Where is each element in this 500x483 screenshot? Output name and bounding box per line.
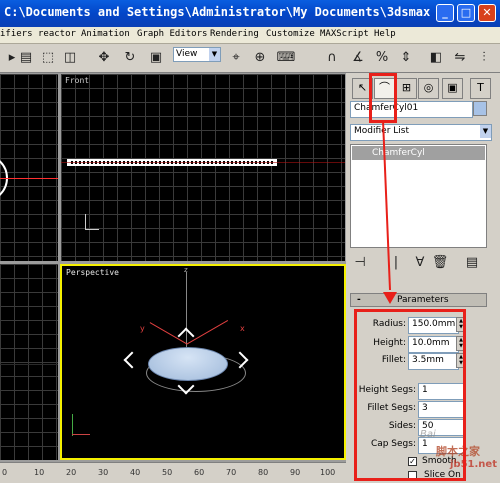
chevron-down-icon: ▼ — [209, 48, 220, 61]
selection-bracket-left — [123, 351, 141, 369]
menu-customize[interactable]: Customize — [266, 29, 315, 39]
minimize-button[interactable]: _ — [436, 4, 454, 22]
tab-hierarchy[interactable]: ⊞ — [396, 78, 417, 99]
timeline-tick: 50 — [162, 468, 173, 477]
reference-coordinate-value: View — [176, 49, 198, 59]
main-toolbar: ▸ ▤ ⬚ ◫ ✥ ↻ ▣ View ▼ ⌖ ⊕ ⌨ ∩ ∡ % ⇕ ◧ ⇋ ⫶ — [0, 44, 500, 73]
gizmo-x-axis[interactable] — [186, 320, 229, 345]
keyboard-shortcut-icon[interactable]: ⌨ — [276, 48, 296, 68]
window-title: C:\Documents and Settings\Administrator\… — [4, 5, 431, 19]
chevron-down-icon: ▼ — [480, 125, 491, 138]
select-and-manipulate-icon[interactable]: ⊕ — [250, 48, 270, 68]
rotate-icon[interactable]: ↻ — [120, 48, 140, 68]
spinner-snap-icon[interactable]: ⇕ — [396, 48, 416, 68]
timeline-tick: 0 — [2, 468, 8, 477]
menu-rendering[interactable]: Rendering — [210, 29, 259, 39]
scale-icon[interactable]: ▣ — [146, 48, 166, 68]
move-icon[interactable]: ✥ — [94, 48, 114, 68]
viewport-label: Perspective — [66, 268, 119, 277]
timeline-tick: 60 — [194, 468, 205, 477]
time-slider[interactable]: 0 10 20 30 40 50 60 70 80 90 100 — [0, 462, 346, 483]
rectangular-selection-icon[interactable]: ⬚ — [38, 48, 58, 68]
viewport-left[interactable] — [0, 264, 58, 460]
axis-x-label: x — [240, 324, 245, 333]
viewport-perspective[interactable]: Perspective z x y — [60, 264, 346, 460]
timeline-tick: 100 — [320, 468, 336, 477]
title-bar: C:\Documents and Settings\Administrator\… — [0, 0, 500, 27]
timeline-tick: 20 — [66, 468, 77, 477]
viewport-label: Front — [65, 76, 90, 85]
viewport-top[interactable] — [0, 74, 58, 261]
highlight-arrow — [382, 119, 397, 304]
close-button[interactable]: ✕ — [478, 4, 496, 22]
align-icon[interactable]: ⫶ — [474, 48, 494, 68]
grid-line — [0, 364, 58, 365]
tab-motion[interactable]: ◎ — [418, 78, 439, 99]
menu-bar: ifiers reactor Animation Graph Editors R… — [0, 27, 500, 44]
angle-snap-icon[interactable]: ∡ — [348, 48, 368, 68]
menu-help[interactable]: Help — [374, 29, 396, 39]
timeline-tick: 30 — [98, 468, 109, 477]
object-color-swatch[interactable] — [473, 101, 487, 116]
snap-3d-icon[interactable]: ∩ — [322, 48, 342, 68]
percent-snap-icon[interactable]: % — [372, 48, 392, 68]
timeline-tick: 70 — [226, 468, 237, 477]
reference-coordinate-select[interactable]: View ▼ — [173, 47, 221, 62]
menu-maxscript[interactable]: MAXScript — [320, 29, 369, 39]
axis-x-line — [0, 178, 58, 179]
menu-reactor[interactable]: reactor — [38, 29, 76, 39]
tab-display[interactable]: ▣ — [442, 78, 463, 99]
maximize-button[interactable]: □ — [457, 4, 475, 22]
highlight-parameters — [354, 309, 466, 481]
axis-gizmo — [81, 214, 101, 234]
menu-graph-editors[interactable]: Graph Editors — [137, 29, 207, 39]
timeline-tick: 90 — [290, 468, 301, 477]
timeline-tick: 40 — [130, 468, 141, 477]
viewport-front[interactable]: Front — [61, 74, 345, 261]
selection-bracket-top — [177, 327, 195, 345]
tab-utilities[interactable]: T — [470, 78, 491, 99]
menu-modifiers[interactable]: ifiers — [0, 29, 33, 39]
mirror-icon[interactable]: ⇋ — [450, 48, 470, 68]
timeline-tick: 10 — [34, 468, 45, 477]
configure-modifier-sets-icon[interactable]: ▤ — [462, 253, 482, 273]
axis-gizmo — [68, 412, 94, 438]
axis-z-label: z — [184, 266, 188, 274]
timeline-tick: 80 — [258, 468, 269, 477]
window-crossing-icon[interactable]: ◫ — [60, 48, 80, 68]
axis-x-line — [61, 162, 345, 163]
pivot-center-icon[interactable]: ⌖ — [226, 48, 246, 68]
named-selection-icon[interactable]: ◧ — [426, 48, 446, 68]
menu-animation[interactable]: Animation — [81, 29, 130, 39]
select-by-name-icon[interactable]: ▤ — [16, 48, 36, 68]
chamfer-cylinder-object[interactable] — [148, 347, 228, 381]
axis-y-label: y — [140, 324, 145, 333]
